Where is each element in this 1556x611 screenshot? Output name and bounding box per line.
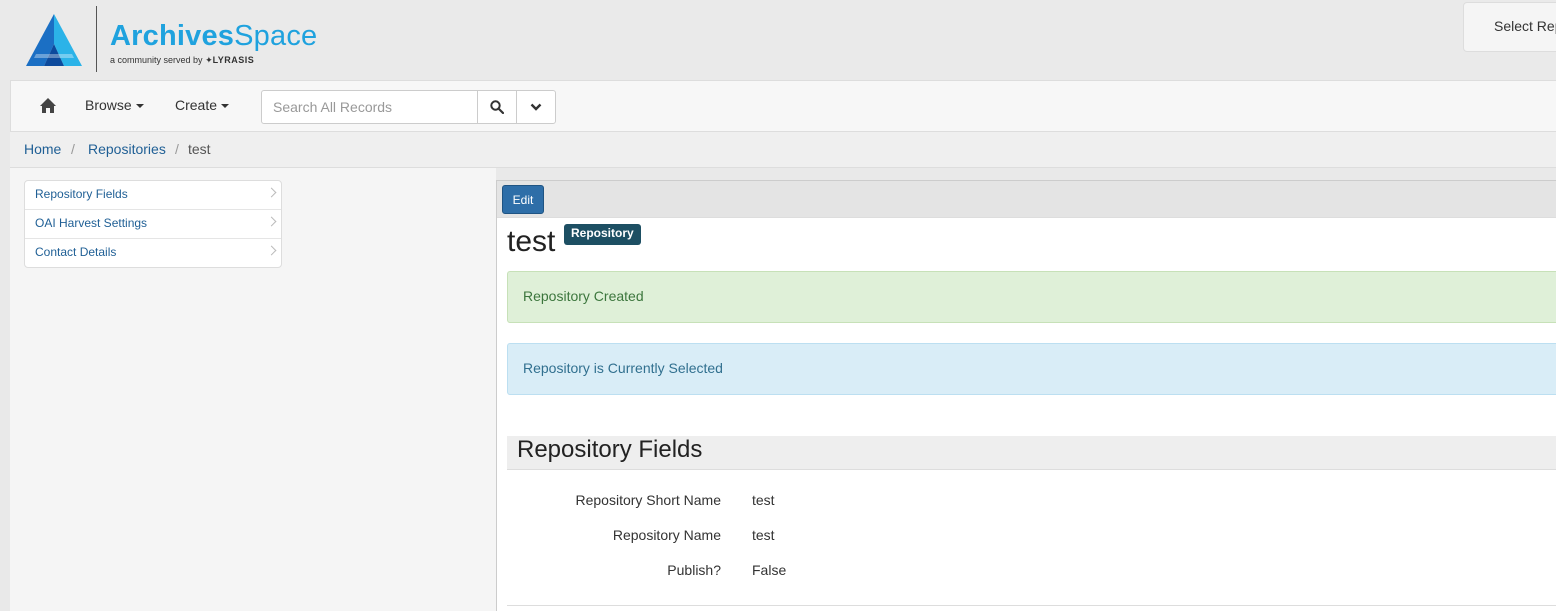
breadcrumb-current: test xyxy=(188,141,211,157)
chevron-right-icon xyxy=(266,216,277,227)
sidebar-item-label: Contact Details xyxy=(35,245,117,259)
lyrasis-star-icon: ✦ xyxy=(205,55,213,65)
record-type-badge: Repository xyxy=(564,224,641,245)
record-toolbar: Edit xyxy=(497,181,1556,218)
caret-down-icon xyxy=(221,104,230,109)
caret-down-icon xyxy=(135,104,144,109)
select-repository-label: Select Repository xyxy=(1494,18,1556,34)
advanced-search-toggle[interactable] xyxy=(516,90,556,124)
breadcrumb-repositories[interactable]: Repositories xyxy=(88,141,166,157)
archivesspace-logo-icon xyxy=(26,14,82,66)
sidebar-item-contact-details[interactable]: Contact Details xyxy=(25,239,281,267)
archivesspace-logo[interactable]: ArchivesSpace a community served by ✦LYR… xyxy=(26,6,326,76)
sidebar-column: Repository Fields OAI Harvest Settings C… xyxy=(10,168,496,611)
sidebar-item-oai-harvest-settings[interactable]: OAI Harvest Settings xyxy=(25,210,281,239)
field-value-publish: False xyxy=(752,562,787,578)
section-header-repository-fields: Repository Fields xyxy=(507,436,1556,470)
sidebar-item-label: Repository Fields xyxy=(35,187,128,201)
sidebar-item-repository-fields[interactable]: Repository Fields xyxy=(25,181,281,210)
section-divider xyxy=(507,605,1556,606)
edit-button[interactable]: Edit xyxy=(502,185,544,214)
chevron-right-icon xyxy=(266,245,277,256)
breadcrumb-separator: / xyxy=(175,141,179,157)
field-value-short-name: test xyxy=(752,492,775,508)
browse-menu[interactable]: Browse xyxy=(85,97,144,113)
record-pane: Edit test Repository Repository Created … xyxy=(496,180,1556,611)
select-repository-button[interactable]: Select Repository xyxy=(1463,2,1556,52)
search-input[interactable] xyxy=(261,90,478,124)
breadcrumb: Home / Repositories / test xyxy=(10,132,1556,168)
main-navbar: Browse Create xyxy=(10,80,1556,132)
record-sidenav: Repository Fields OAI Harvest Settings C… xyxy=(24,180,282,268)
create-menu[interactable]: Create xyxy=(175,97,230,113)
field-label-short-name: Repository Short Name xyxy=(575,492,721,508)
section-title: Repository Fields xyxy=(517,436,703,463)
search-button[interactable] xyxy=(477,90,517,124)
info-alert: Repository is Currently Selected xyxy=(507,343,1556,395)
browse-label: Browse xyxy=(85,97,132,113)
home-icon[interactable] xyxy=(39,97,57,115)
logo-tagline: a community served by ✦LYRASIS xyxy=(110,55,255,65)
field-value-repository-name: test xyxy=(752,527,775,543)
field-label-publish: Publish? xyxy=(667,562,721,578)
record-title: test xyxy=(507,225,556,258)
chevron-right-icon xyxy=(266,187,277,198)
logo-divider xyxy=(96,6,97,72)
search-icon xyxy=(490,100,504,114)
success-alert-text: Repository Created xyxy=(523,288,644,304)
breadcrumb-separator: / xyxy=(71,141,75,157)
create-label: Create xyxy=(175,97,218,113)
chevron-down-icon xyxy=(530,103,542,111)
success-alert: Repository Created xyxy=(507,271,1556,323)
breadcrumb-home[interactable]: Home xyxy=(24,141,61,157)
field-label-repository-name: Repository Name xyxy=(612,527,721,543)
app-header: ArchivesSpace a community served by ✦LYR… xyxy=(0,0,1556,80)
logo-wordmark: ArchivesSpace xyxy=(110,20,318,52)
info-alert-text: Repository is Currently Selected xyxy=(523,360,723,376)
sidebar-item-label: OAI Harvest Settings xyxy=(35,216,148,230)
